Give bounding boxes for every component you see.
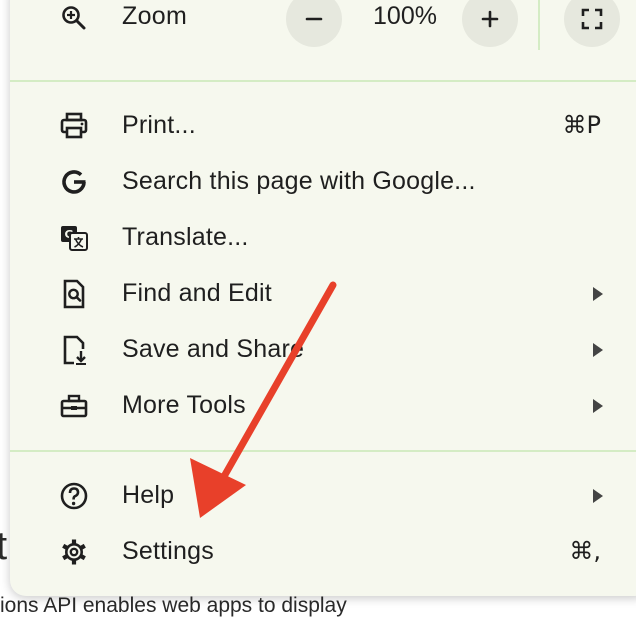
zoom-in-icon (62, 6, 86, 30)
zoom-divider (538, 0, 540, 50)
google-icon (62, 170, 86, 194)
menu-item-label: Help (122, 481, 175, 509)
zoom-level: 100% (373, 2, 437, 30)
toolbox-icon (60, 394, 88, 418)
submenu-arrow-icon (593, 287, 603, 301)
menu-item-translate[interactable]: G Translate... (10, 210, 636, 266)
translate-icon: G (61, 226, 88, 251)
menu-item-label: Settings (122, 537, 214, 565)
fullscreen-button[interactable] (564, 0, 620, 47)
menu-item-more-tools[interactable]: More Tools (10, 378, 636, 434)
background-page-heading-fragment: t (0, 524, 8, 568)
zoom-out-button[interactable] (286, 0, 342, 47)
printer-icon (60, 112, 88, 139)
submenu-arrow-icon (593, 489, 603, 503)
gear-icon (62, 539, 86, 565)
menu-item-search-with-google[interactable]: Search this page with Google... (10, 154, 636, 210)
menu-item-print[interactable]: Print... ⌘P (10, 98, 636, 154)
minus-icon (305, 17, 323, 21)
browser-main-menu: Zoom 100% Print... ⌘P Search this page w… (10, 0, 636, 596)
menu-item-label: Find and Edit (122, 279, 272, 307)
menu-item-label: Save and Share (122, 335, 305, 363)
plus-icon (481, 10, 499, 28)
menu-item-help[interactable]: Help (10, 468, 636, 524)
menu-separator (10, 80, 636, 82)
menu-item-label: Translate... (122, 223, 249, 251)
screenshot-stage: t ions API enables web apps to display Z… (0, 0, 636, 628)
menu-item-save-and-share[interactable]: Save and Share (10, 322, 636, 378)
fullscreen-icon (581, 8, 603, 30)
menu-item-label: More Tools (122, 391, 246, 419)
menu-item-settings[interactable]: Settings ⌘, (10, 524, 636, 580)
menu-item-label: Search this page with Google... (122, 167, 476, 195)
submenu-arrow-icon (593, 343, 603, 357)
background-page-text: ions API enables web apps to display (0, 594, 347, 617)
menu-item-find-and-edit[interactable]: Find and Edit (10, 266, 636, 322)
submenu-arrow-icon (593, 399, 603, 413)
zoom-label: Zoom (122, 2, 188, 30)
menu-item-label: Print... (122, 111, 196, 139)
menu-separator (10, 450, 636, 452)
find-page-icon (63, 279, 85, 309)
zoom-row: Zoom 100% (10, 0, 636, 60)
shortcut-settings: ⌘, (569, 537, 601, 565)
help-icon (60, 482, 88, 510)
save-page-icon (63, 335, 86, 365)
zoom-in-button[interactable] (462, 0, 518, 47)
shortcut-print: ⌘P (562, 111, 601, 139)
